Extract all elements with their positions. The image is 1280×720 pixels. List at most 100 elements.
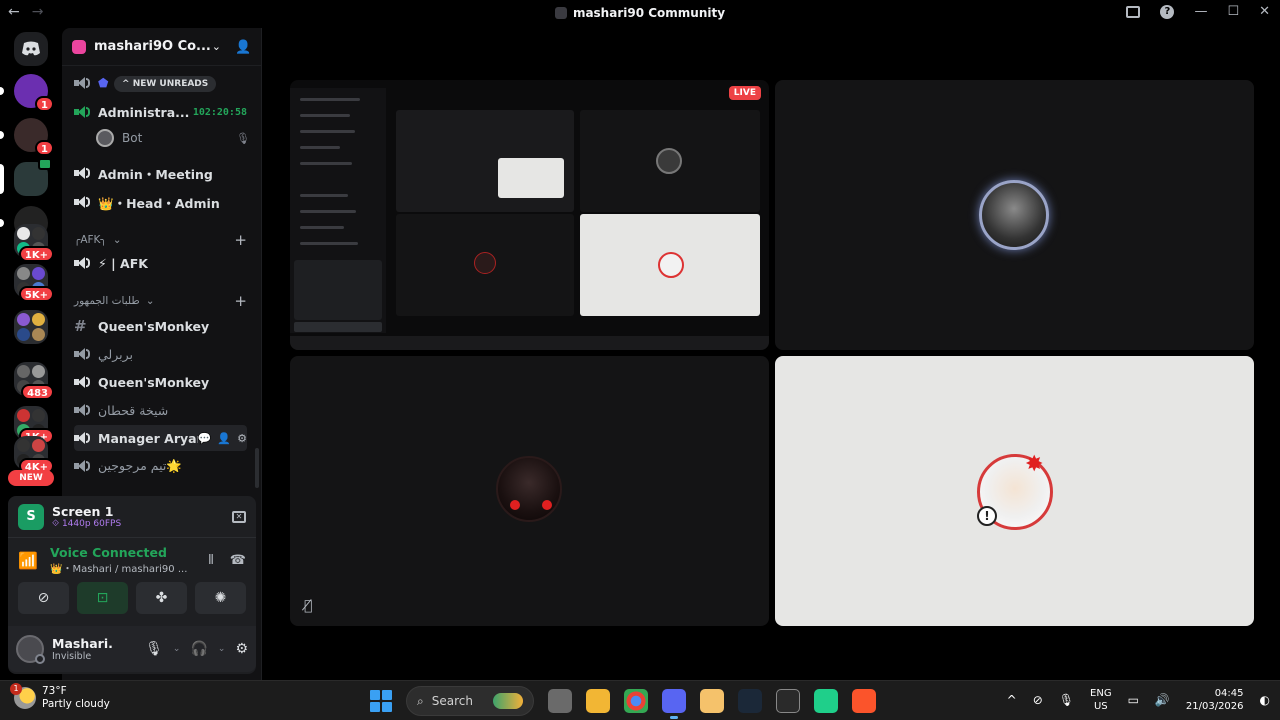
- disconnect-icon[interactable]: ☎: [230, 553, 246, 568]
- network-off-icon[interactable]: ⊘: [1033, 693, 1043, 707]
- microphone-icon[interactable]: 🎙: [145, 641, 163, 657]
- channel-queens-monkey-voice[interactable]: Queen'sMonkey: [74, 369, 247, 395]
- server-icon-current[interactable]: [0, 158, 52, 196]
- invite-icon[interactable]: 👤: [235, 40, 251, 55]
- gear-icon[interactable]: ⚙: [237, 432, 247, 445]
- anger-emoji-icon: ✸: [1025, 452, 1044, 477]
- channel-sheikha[interactable]: شيخة قحطان: [74, 397, 247, 423]
- camera-off-button[interactable]: ⊘: [18, 582, 69, 614]
- signal-icon[interactable]: 📶: [18, 551, 42, 570]
- invite-member-icon[interactable]: 👤: [217, 432, 231, 445]
- channel-head-admin[interactable]: 👑・Head・Admin: [74, 189, 247, 215]
- create-channel-icon[interactable]: +: [234, 231, 247, 249]
- chat-icon[interactable]: 💬: [198, 432, 212, 445]
- taskbar-search[interactable]: ⌕ Search: [406, 686, 534, 716]
- server-folder-2[interactable]: 5K+: [14, 264, 54, 302]
- soundboard-button[interactable]: ✺: [195, 582, 246, 614]
- preview-line: [300, 146, 340, 149]
- unread-pill: [0, 87, 4, 95]
- stream-tile[interactable]: LIVE: [290, 80, 769, 350]
- preview-avatar: [656, 148, 682, 174]
- user-info[interactable]: Mashari. Invisible: [52, 636, 113, 662]
- minimize-button[interactable]: —: [1194, 4, 1207, 19]
- eye-mark: [510, 500, 520, 510]
- avatar[interactable]: [16, 635, 45, 664]
- headphones-icon[interactable]: 🎧: [190, 641, 207, 657]
- home-button[interactable]: [14, 32, 48, 66]
- preview-user-panel: [294, 322, 382, 332]
- speaker-icon[interactable]: 🔊: [1155, 693, 1170, 707]
- task-view-icon[interactable]: [548, 689, 572, 713]
- app-icon-yellow[interactable]: [700, 689, 724, 713]
- display-icon[interactable]: ▭: [1128, 693, 1139, 707]
- sidebar-scrollbar[interactable]: [255, 448, 259, 488]
- server-header[interactable]: mashari9O Co... ⌄ 👤: [62, 28, 261, 66]
- voice-buttons: ⊘ ⊡ ✤ ✺: [8, 582, 256, 614]
- folder-item: [32, 227, 45, 240]
- vc-user-bot[interactable]: Bot 🎙: [96, 126, 250, 150]
- new-unreads-pill[interactable]: ^ NEW UNREADS: [114, 76, 217, 92]
- new-unreads-rail-pill[interactable]: NEW: [8, 470, 54, 486]
- stop-stream-icon[interactable]: ✕: [232, 510, 246, 523]
- inbox-icon[interactable]: [1126, 5, 1141, 18]
- close-button[interactable]: ✕: [1259, 4, 1270, 19]
- brave-icon[interactable]: [852, 689, 876, 713]
- server-folder-3[interactable]: [14, 310, 48, 344]
- language-indicator[interactable]: ENG US: [1090, 687, 1112, 713]
- participant-tile-2[interactable]: [775, 80, 1254, 350]
- folder-item: [17, 227, 30, 240]
- unread-pill: [0, 131, 4, 139]
- server-icon-1[interactable]: 1: [0, 74, 54, 112]
- participant-tile-3[interactable]: 🎙̸: [290, 356, 769, 626]
- settings-gear-icon[interactable]: ⚙: [235, 641, 248, 657]
- weather-widget[interactable]: 1 73°F Partly cloudy: [10, 683, 110, 711]
- screen-share-button[interactable]: ⊡: [77, 582, 128, 614]
- game-icon[interactable]: [776, 689, 800, 713]
- server-icon-2[interactable]: 1: [0, 118, 54, 156]
- chevron-down-icon[interactable]: ⌄: [173, 644, 181, 654]
- voice-wave: [86, 168, 90, 178]
- channel-barbarli[interactable]: بربرلي: [74, 341, 247, 367]
- chevron-down-icon[interactable]: ⌄: [218, 644, 226, 654]
- soundboard-icon: ✺: [214, 590, 227, 606]
- clock-time: 04:45: [1214, 688, 1244, 699]
- chevron-up-icon[interactable]: ^: [1007, 693, 1017, 707]
- chrome-icon[interactable]: [624, 689, 648, 713]
- voice-wave: [86, 197, 90, 207]
- channel-manager-aryam[interactable]: Manager Aryam 💬 👤 ⚙: [74, 425, 247, 451]
- channel-afk[interactable]: ⚡ | AFK: [74, 250, 247, 276]
- windows-start-icon[interactable]: [370, 690, 392, 712]
- eye-mark: [542, 500, 552, 510]
- voice-channel-link[interactable]: 👑・Mashari / mashari90 ...: [50, 560, 187, 575]
- notification-icon[interactable]: ◐: [1260, 693, 1270, 707]
- server-boost-icon: [72, 39, 86, 54]
- maximize-button[interactable]: ☐: [1227, 4, 1239, 19]
- help-icon[interactable]: ?: [1160, 4, 1175, 19]
- channel-label: Queen'sMonkey: [98, 318, 210, 334]
- clock[interactable]: 04:45 21/03/2026: [1186, 687, 1244, 713]
- channel-label: Administra...: [98, 104, 190, 120]
- server-folder-6[interactable]: 4K+: [14, 436, 54, 474]
- category-requests[interactable]: طلبات الجمهور ⌄ +: [74, 292, 247, 310]
- voice-status: Voice Connected 👑・Mashari / mashari90 ..…: [50, 545, 187, 575]
- channel-queens-monkey-text[interactable]: # Queen'sMonkey: [74, 313, 247, 339]
- preview-line: [300, 130, 355, 133]
- category-afk[interactable]: ╭AFK╮ ⌄ +: [74, 231, 247, 249]
- category-label: طلبات الجمهور: [74, 295, 140, 307]
- steam-icon[interactable]: [738, 689, 762, 713]
- file-explorer-icon[interactable]: [586, 689, 610, 713]
- activities-button[interactable]: ✤: [136, 582, 187, 614]
- server-folder-1[interactable]: 1K+: [14, 224, 54, 262]
- server-folder-5[interactable]: 1K+: [14, 406, 54, 444]
- server-folder-4[interactable]: 483: [14, 362, 54, 400]
- create-channel-icon[interactable]: +: [234, 292, 247, 310]
- channel-admin-meeting[interactable]: Admin・Meeting: [74, 160, 247, 186]
- channel-team[interactable]: تيم مرجوجين🌟: [74, 453, 247, 479]
- app-icon-green[interactable]: [814, 689, 838, 713]
- microphone-tray-icon[interactable]: 🎙: [1059, 693, 1074, 707]
- participant-tile-4[interactable]: ✸ !: [775, 356, 1254, 626]
- noise-suppression-icon[interactable]: ⦀: [208, 553, 214, 568]
- preview-line: [300, 98, 360, 101]
- discord-taskbar-icon[interactable]: [662, 689, 686, 719]
- channel-administration[interactable]: Administra... 102:20:58: [74, 99, 247, 125]
